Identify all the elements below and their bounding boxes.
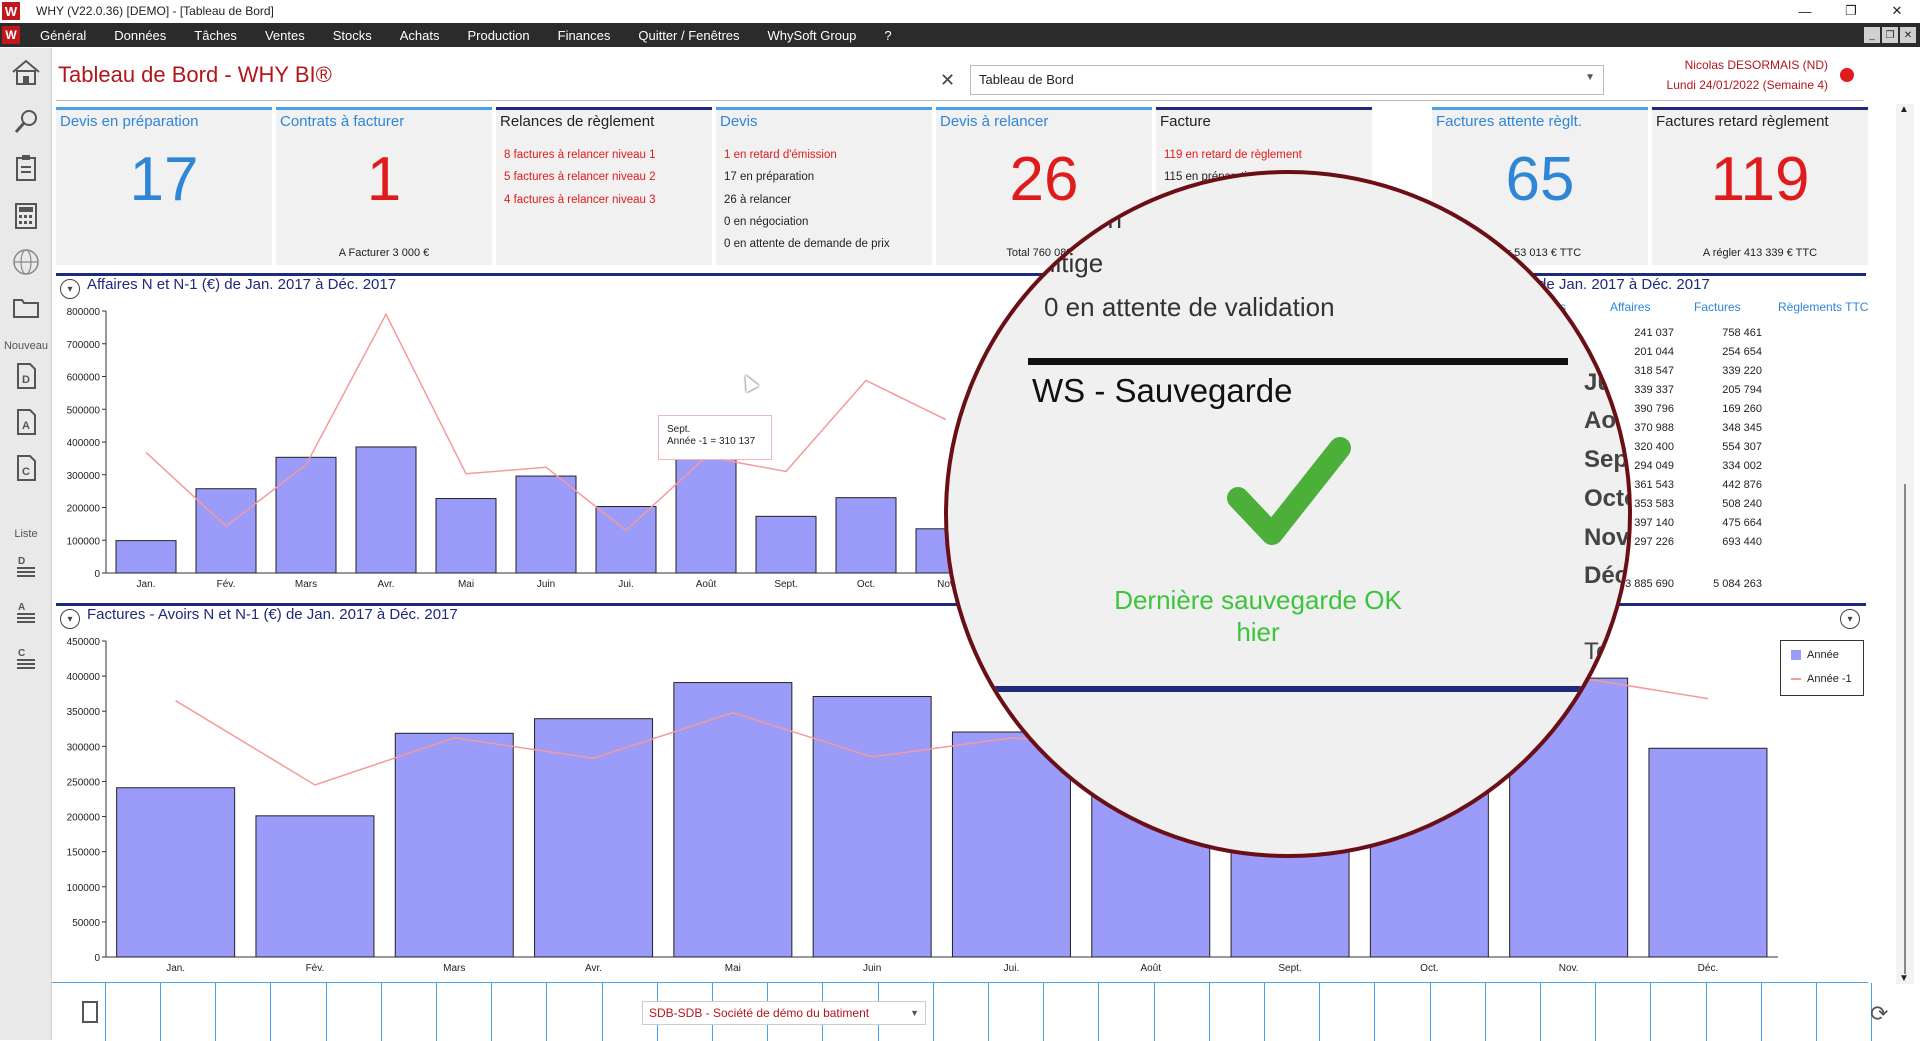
legend-swatch: [1791, 678, 1801, 680]
backup-status-line: Dernière sauvegarde OK: [1114, 585, 1402, 615]
x-tick-label: Mai: [725, 963, 741, 974]
y-tick-label: 250000: [67, 777, 101, 788]
x-tick-label: Mars: [443, 963, 465, 974]
bar: [394, 732, 514, 958]
magnified-text: 0 en attente de validation: [1044, 292, 1335, 322]
footer-cell: [327, 983, 382, 1041]
y-tick-label: 100000: [67, 883, 101, 894]
x-tick-label: Avr.: [585, 963, 602, 974]
magnified-month: Ju: [1584, 369, 1613, 396]
magnified-month: Nove: [1584, 524, 1630, 551]
legend-label: Année -1: [1807, 673, 1852, 685]
x-tick-label: Jan.: [166, 963, 185, 974]
magnified-text: paration: [1028, 204, 1122, 234]
y-tick-label: 200000: [67, 813, 101, 824]
legend-item-annee: Année: [1791, 649, 1839, 661]
vertical-scrollbar[interactable]: ▲ ▼: [1896, 104, 1914, 984]
footer-cell: [1817, 983, 1873, 1041]
magnified-month: Sept: [1584, 446, 1632, 473]
x-tick-label: Août: [1140, 963, 1161, 974]
footer-cell: [1541, 983, 1597, 1041]
footer-cell: [1320, 983, 1376, 1041]
magnified-month: Déce: [1584, 562, 1629, 589]
footer-cell: [1376, 983, 1431, 1041]
footer-cell: [989, 983, 1045, 1041]
backup-card-title: WS - Sauvegarde: [1032, 372, 1293, 409]
backup-card-rule: [1028, 358, 1568, 365]
footer-cell: [382, 983, 437, 1041]
bar: [534, 718, 654, 958]
bar: [812, 695, 932, 958]
footer-cell: [1652, 983, 1707, 1041]
x-tick-label: Déc.: [1698, 963, 1719, 974]
scrollbar-thumb[interactable]: [1904, 484, 1906, 974]
footer-cell: [1100, 983, 1155, 1041]
scroll-down-icon[interactable]: ▼: [1899, 973, 1909, 984]
footer-cell: [437, 983, 493, 1041]
refresh-icon[interactable]: ⟳: [1870, 1001, 1888, 1027]
chart-legend: Année Année -1: [1780, 640, 1864, 696]
checkmark-icon: [1227, 437, 1351, 545]
magnified-month: Octo: [1584, 485, 1628, 512]
x-tick-label: Oct.: [1420, 963, 1438, 974]
footer-cell: [216, 983, 272, 1041]
footer-cell: [1265, 983, 1321, 1041]
y-tick-label: 400000: [67, 672, 101, 683]
footer-bar: SDB-SDB - Société de démo du batiment ▼ …: [52, 982, 1888, 1041]
footer-cell: [161, 983, 217, 1041]
tooltip-line: Année -1 = 310 137: [667, 436, 756, 447]
y-tick-label: 0: [94, 953, 100, 964]
y-tick-label: 350000: [67, 707, 101, 718]
x-tick-label: Juin: [863, 963, 881, 974]
footer-cell: [1431, 983, 1486, 1041]
legend-label: Année: [1807, 649, 1839, 661]
exit-door-icon[interactable]: [82, 1001, 98, 1023]
y-tick-label: 450000: [67, 637, 101, 648]
footer-cell: [548, 983, 603, 1041]
chevron-down-icon: ▼: [910, 1008, 919, 1018]
footer-cell: [1486, 983, 1541, 1041]
legend-item-annee-1: Année -1: [1791, 673, 1852, 685]
footer-cell: [106, 983, 161, 1041]
backup-status-message: Dernière sauvegarde OK hier: [1048, 584, 1468, 648]
legend-swatch: [1791, 650, 1801, 660]
magnified-month: Aoû: [1584, 407, 1631, 434]
bar: [116, 787, 236, 958]
x-tick-label: Nov.: [1559, 963, 1579, 974]
magnifier-overlay: paration n litige 0 en attente de valida…: [944, 170, 1632, 858]
x-tick-label: Sept.: [1278, 963, 1301, 974]
magnified-total: Tot: [1584, 638, 1617, 665]
footer-cell: [1155, 983, 1210, 1041]
y-tick-label: 300000: [67, 742, 101, 753]
footer-cell: [1707, 983, 1762, 1041]
magnified-rule: [988, 686, 1608, 692]
footer-cell: [1762, 983, 1817, 1041]
y-tick-label: 50000: [72, 918, 100, 929]
footer-cell: [492, 983, 548, 1041]
scroll-up-icon[interactable]: ▲: [1899, 104, 1909, 115]
bar: [673, 682, 793, 958]
footer-cell: [1210, 983, 1265, 1041]
backup-status-line: hier: [1236, 617, 1280, 647]
footer-cell: [1044, 983, 1100, 1041]
y-tick-label: 150000: [67, 848, 101, 859]
company-select-value: SDB-SDB - Société de démo du batiment: [649, 1006, 870, 1020]
bar: [255, 815, 375, 958]
footer-cell: [934, 983, 989, 1041]
footer-cell: [1596, 983, 1652, 1041]
bar: [1648, 747, 1768, 958]
tooltip-line: Sept.: [667, 424, 691, 435]
chart-tooltip: Sept. Année -1 = 310 137: [658, 415, 772, 460]
x-tick-label: Fév.: [306, 963, 325, 974]
x-tick-label: Jui.: [1004, 963, 1020, 974]
magnified-text: n litige: [1028, 248, 1104, 278]
company-select[interactable]: SDB-SDB - Société de démo du batiment ▼: [642, 1001, 926, 1025]
footer-cell: [272, 983, 327, 1041]
